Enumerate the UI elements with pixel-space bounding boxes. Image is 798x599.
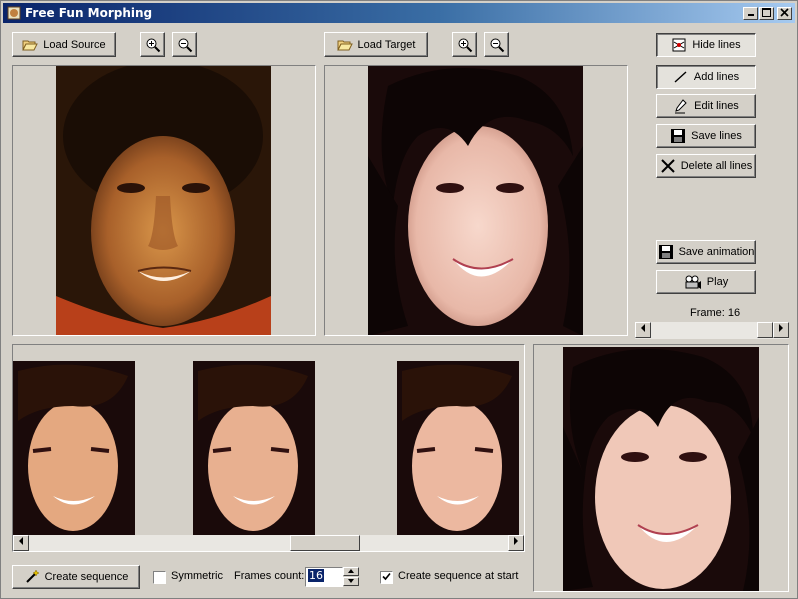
create-at-start-label: Create sequence at start [398, 570, 519, 582]
sequence-frame[interactable] [397, 361, 519, 537]
frame-slider[interactable] [635, 322, 789, 339]
zoom-in-icon [146, 38, 160, 52]
sequence-scroll-left-arrow[interactable] [13, 535, 29, 551]
create-sequence-label: Create sequence [44, 571, 129, 583]
close-button[interactable] [777, 7, 792, 20]
symmetric-checkbox[interactable] [153, 571, 166, 584]
edit-lines-label: Edit lines [694, 100, 739, 112]
delete-all-lines-button[interactable]: Delete all lines [656, 154, 756, 178]
close-icon [780, 8, 789, 17]
frames-count-input[interactable]: 16 [305, 567, 343, 587]
frames-count-value: 16 [308, 569, 324, 582]
title-bar[interactable]: Free Fun Morphing [3, 3, 795, 23]
sequence-strip-panel[interactable] [12, 344, 525, 552]
arrow-left-icon [641, 324, 645, 332]
hide-lines-button[interactable]: Hide lines [656, 33, 756, 57]
frames-count-up[interactable] [343, 567, 359, 576]
save-animation-button[interactable]: Save animation [656, 240, 756, 264]
frame-label: Frame: 16 [690, 307, 741, 319]
create-sequence-button[interactable]: Create sequence [12, 565, 140, 589]
floppy-disk-icon [658, 245, 673, 259]
hide-lines-icon [672, 38, 686, 52]
sequence-scrollbar[interactable] [13, 535, 524, 551]
frames-count-down[interactable] [343, 577, 359, 586]
save-animation-label: Save animation [678, 246, 755, 258]
magic-wand-icon [25, 569, 40, 583]
zoom-out-icon [490, 38, 504, 52]
add-lines-button[interactable]: Add lines [656, 65, 756, 89]
hide-lines-label: Hide lines [692, 39, 741, 51]
play-button[interactable]: Play [656, 270, 756, 294]
symmetric-label: Symmetric [171, 570, 223, 582]
line-icon [674, 71, 687, 83]
open-folder-icon [336, 37, 353, 53]
frames-count-label: Frames count: [234, 570, 305, 582]
minimize-button[interactable] [743, 7, 758, 20]
preview-panel [533, 344, 789, 592]
play-label: Play [706, 276, 729, 288]
arrow-right-icon [779, 324, 783, 332]
arrow-right-icon [514, 537, 518, 545]
frame-slider-left-arrow[interactable] [635, 322, 651, 338]
sequence-scroll-right-arrow[interactable] [508, 535, 524, 551]
sequence-frame[interactable] [193, 361, 315, 537]
source-image-panel[interactable] [12, 65, 316, 336]
add-lines-label: Add lines [693, 71, 740, 83]
checkmark-icon [382, 572, 391, 581]
load-target-label: Load Target [357, 38, 416, 51]
target-image-panel[interactable] [324, 65, 628, 336]
target-zoom-in-button[interactable] [452, 32, 477, 57]
app-window: Free Fun Morphing Load Source Load Targe… [0, 0, 798, 599]
window-title: Free Fun Morphing [25, 6, 153, 20]
floppy-disk-icon [671, 129, 686, 143]
create-at-start-checkbox[interactable] [380, 571, 393, 584]
source-photo [56, 66, 271, 335]
arrow-up-icon [348, 569, 354, 573]
maximize-icon [762, 8, 771, 17]
save-lines-button[interactable]: Save lines [656, 124, 756, 148]
zoom-out-icon [178, 38, 192, 52]
delete-x-icon [661, 159, 675, 173]
source-zoom-in-button[interactable] [140, 32, 165, 57]
projector-icon [685, 275, 701, 289]
zoom-in-icon [458, 38, 472, 52]
open-folder-icon [22, 37, 39, 53]
edit-lines-button[interactable]: Edit lines [656, 94, 756, 118]
preview-photo [563, 347, 759, 591]
arrow-left-icon [19, 537, 23, 545]
save-lines-label: Save lines [691, 130, 742, 142]
delete-all-lines-label: Delete all lines [680, 160, 753, 172]
frame-slider-right-arrow[interactable] [773, 322, 789, 338]
pencil-icon [675, 99, 687, 114]
arrow-down-icon [348, 579, 354, 583]
minimize-icon [747, 14, 754, 16]
sequence-scroll-thumb[interactable] [290, 535, 360, 551]
target-zoom-out-button[interactable] [484, 32, 509, 57]
load-source-label: Load Source [43, 38, 106, 51]
app-icon [7, 6, 21, 20]
target-photo [368, 66, 583, 335]
frame-slider-thumb[interactable] [757, 322, 773, 338]
source-zoom-out-button[interactable] [172, 32, 197, 57]
sequence-frame[interactable] [13, 361, 135, 537]
sequence-frames [13, 349, 524, 537]
load-source-button[interactable]: Load Source [12, 32, 116, 57]
maximize-button[interactable] [759, 7, 774, 20]
load-target-button[interactable]: Load Target [324, 32, 428, 57]
